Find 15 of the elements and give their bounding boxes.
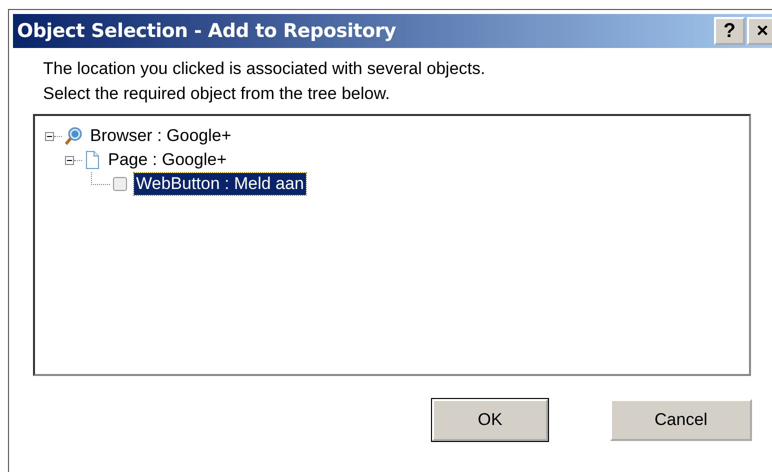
- window-title: Object Selection - Add to Repository: [16, 20, 396, 42]
- magnifier-globe-icon: [64, 127, 82, 145]
- tree-item[interactable]: Browser : Google+: [88, 125, 234, 147]
- help-button[interactable]: ?: [714, 17, 745, 45]
- instruction-text: Select the required object from the tree below.: [43, 83, 391, 105]
- tree-item[interactable]: Page : Google+: [106, 149, 229, 171]
- ok-button[interactable]: OK: [432, 399, 548, 441]
- button-icon: [112, 176, 128, 192]
- collapse-icon[interactable]: [45, 132, 54, 140]
- page-icon: [84, 151, 100, 169]
- collapse-icon[interactable]: [65, 156, 74, 164]
- tree-item[interactable]: WebButton : Meld aan: [134, 173, 306, 195]
- instruction-text: The location you clicked is associated with several objects.: [43, 58, 486, 80]
- close-button[interactable]: ×: [747, 17, 772, 45]
- cancel-button[interactable]: Cancel: [610, 399, 752, 441]
